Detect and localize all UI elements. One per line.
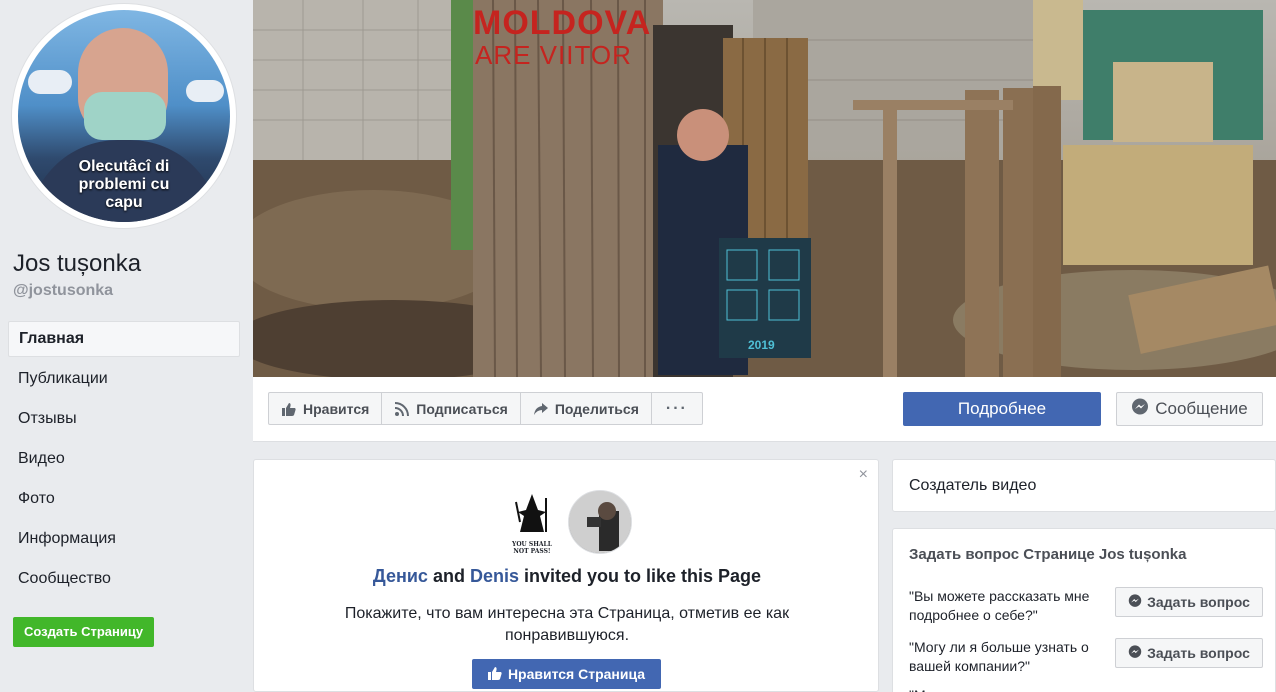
send-message-button[interactable]: Сообщение (1116, 392, 1263, 426)
like-page-button[interactable]: Нравится Страница (472, 659, 661, 689)
thumbs-up-icon (281, 401, 297, 417)
cover-photo[interactable]: MOLDOVA ARE VIITOR 2019 (253, 0, 1276, 377)
messenger-icon (1131, 398, 1149, 421)
messenger-icon (1128, 644, 1142, 662)
page-action-bar: Нравится Подписаться Поделиться ··· Подр… (253, 377, 1276, 442)
like-label: Нравится (303, 400, 370, 417)
profile-picture[interactable]: Olecutâcî di problemi cu capu (12, 4, 236, 228)
wizard-friend-avatar[interactable]: YOU SHALL NOT PASS! (512, 492, 552, 555)
like-page-label: Нравится Страница (507, 666, 646, 682)
cover-title: MOLDOVA (473, 4, 652, 42)
page-handle[interactable]: @jostusonka (13, 282, 113, 300)
invite-card: × YOU SHALL NOT PASS! Денис and Denis in… (253, 459, 879, 692)
more-options-button[interactable]: ··· (652, 393, 702, 424)
thumbs-up-icon (487, 666, 502, 683)
message-label: Сообщение (1155, 399, 1248, 418)
nav-item-videos[interactable]: Видео (8, 441, 240, 481)
ask-question-title: Задать вопрос Странице Jos tușonka (909, 546, 1187, 563)
cloud-shape (28, 70, 72, 94)
messenger-icon (1128, 593, 1142, 611)
ask-question-label: Задать вопрос (1147, 594, 1250, 610)
question-row: "Вы можете рассказать мне подробнее о се… (909, 587, 1265, 627)
follow-label: Подписаться (416, 400, 508, 417)
wizard-caption: YOU SHALL NOT PASS! (512, 541, 552, 555)
nav-item-photos[interactable]: Фото (8, 481, 240, 521)
invite-body: Покажите, что вам интересна эта Страница… (344, 605, 790, 644)
left-column: Olecutâcî di problemi cu capu Jos tușonk… (0, 0, 252, 692)
follow-button[interactable]: Подписаться (382, 393, 521, 424)
action-group: Нравится Подписаться Поделиться ··· (268, 392, 703, 425)
ask-question-label: Задать вопрос (1147, 645, 1250, 661)
share-arrow-icon (533, 401, 549, 417)
video-creator-card: Создатель видео (892, 459, 1276, 512)
close-icon[interactable]: × (859, 466, 868, 484)
nav-item-community[interactable]: Сообщество (8, 561, 240, 601)
friend-link[interactable]: Denis (470, 566, 519, 586)
video-creator-title[interactable]: Создатель видео (909, 477, 1036, 495)
calendar-year: 2019 (748, 338, 775, 352)
like-button[interactable]: Нравится (269, 393, 383, 424)
invite-heading: Денис and Denis invited you to like this… (254, 566, 880, 587)
avatar: Olecutâcî di problemi cu capu (18, 10, 230, 222)
nav-item-about[interactable]: Информация (8, 521, 240, 561)
friend-avatar[interactable] (568, 490, 632, 554)
nav-item-posts[interactable]: Публикации (8, 361, 240, 401)
question-text: "Вы можете рассказать мне подробнее о се… (909, 588, 1090, 623)
friend-link[interactable]: Денис (373, 566, 428, 586)
and-text: and (432, 566, 465, 586)
share-button[interactable]: Поделиться (521, 393, 652, 424)
ask-question-card: Задать вопрос Странице Jos tușonka "Вы м… (892, 528, 1276, 692)
page-nav: Главная Публикации Отзывы Видео Фото Инф… (8, 321, 240, 601)
cover-illustration (253, 0, 1276, 377)
ask-question-button[interactable]: Задать вопрос (1115, 638, 1263, 668)
share-label: Поделиться (554, 400, 639, 417)
avatar-mask (84, 92, 166, 140)
learn-more-button[interactable]: Подробнее (903, 392, 1101, 426)
nav-item-home[interactable]: Главная (8, 321, 240, 357)
page-title[interactable]: Jos tușonka (13, 250, 141, 278)
question-row: "Могу ли я больше узнать о вашей компани… (909, 638, 1265, 678)
question-row: "М (909, 686, 1265, 692)
rss-icon (394, 401, 410, 417)
invited-text: invited you to like this Page (524, 566, 762, 586)
ask-question-button[interactable]: Задать вопрос (1115, 587, 1263, 617)
cloud-shape (186, 80, 224, 102)
create-page-button[interactable]: Создать Страницу (13, 617, 155, 647)
nav-item-reviews[interactable]: Отзывы (8, 401, 240, 441)
cover-subtitle: ARE VIITOR (475, 40, 632, 70)
question-text: "М (909, 686, 1105, 692)
question-text: "Могу ли я больше узнать о вашей компани… (909, 639, 1089, 674)
avatar-caption: Olecutâcî di problemi cu capu (78, 158, 170, 211)
